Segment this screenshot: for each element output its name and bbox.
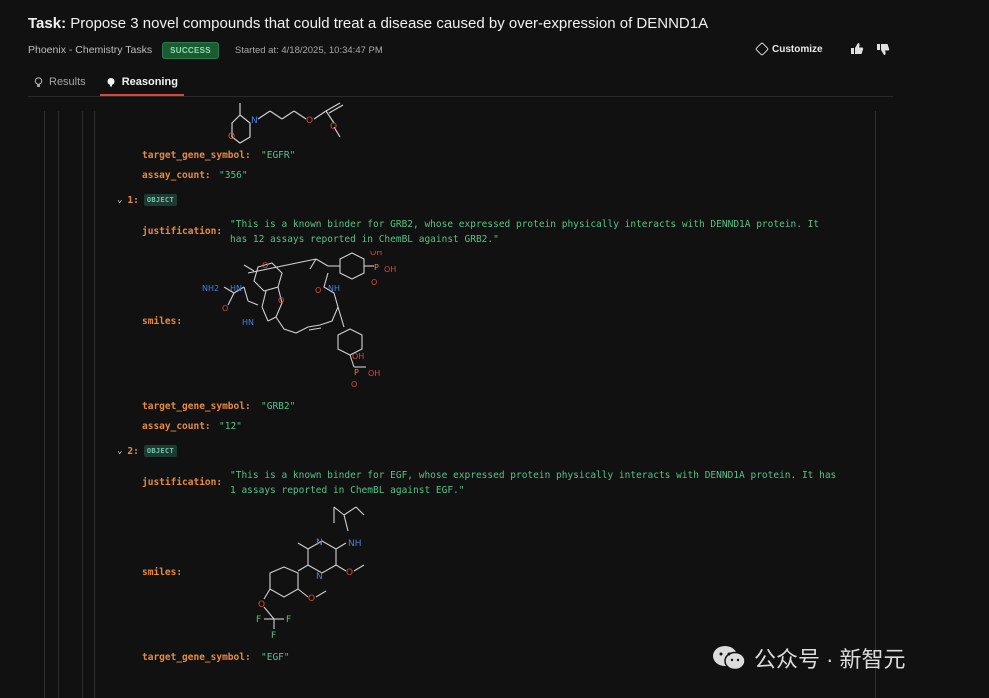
molecule-structure-0: N O O O (228, 102, 344, 144)
view-tabs: Results Reasoning (28, 70, 184, 96)
started-at-timestamp: Started at: 4/18/2025, 10:34:47 PM (234, 44, 383, 56)
justification-line: has 12 assays reported in ChemBL against… (230, 234, 499, 245)
item-index: 2: (127, 445, 139, 457)
field-key-justification: justification: (142, 477, 223, 488)
field-key-justification: justification: (142, 226, 223, 237)
atom-oh: OH (370, 251, 382, 257)
field-key-target-gene-symbol: target_gene_symbol: (142, 401, 251, 412)
lightbulb-icon (34, 76, 43, 87)
task-meta-row: Phoenix - Chemistry Tasks SUCCESS Starte… (28, 41, 383, 59)
atom-n: NH (328, 284, 340, 293)
tree-guide-line (875, 111, 876, 698)
field-value-assay-count: "12" (219, 421, 242, 432)
field-key-target-gene-symbol: target_gene_symbol: (142, 652, 251, 663)
molecule-structure-2: NH N N O O O F F F (256, 506, 365, 641)
atom-oh: OH (352, 352, 364, 361)
atom-p: P (354, 368, 359, 377)
field-value-assay-count: "356" (219, 170, 248, 181)
thumbs-up-icon[interactable] (850, 42, 864, 56)
field-key-smiles: smiles: (142, 316, 183, 327)
atom-o: O (222, 304, 228, 313)
atom-hn: HN (242, 318, 254, 327)
task-title: Task: Propose 3 novel compounds that cou… (28, 15, 709, 32)
atom-o: O (258, 600, 265, 610)
watermark-text: 公众号 · 新智元 (754, 647, 906, 672)
justification-line: "This is a known binder for EGF, whose e… (230, 470, 837, 481)
settings-hex-icon (754, 41, 770, 57)
field-value-justification: "This is a known binder for GRB2, whose … (230, 217, 819, 247)
chevron-down-icon[interactable]: ⌄ (117, 195, 122, 205)
atom-o: O (228, 132, 235, 142)
atom-o: O (262, 261, 268, 270)
atom-o: O (308, 594, 315, 604)
tab-results[interactable]: Results (28, 70, 92, 94)
atom-f: F (286, 615, 291, 625)
atom-nh: NH (348, 539, 362, 549)
field-value-justification: "This is a known binder for EGF, whose e… (230, 468, 836, 498)
tree-node-item-1[interactable]: ⌄ 1: OBJECT (117, 194, 177, 206)
wechat-logo-icon (713, 646, 746, 671)
atom-n: N (251, 116, 258, 126)
atom-oh: OH (384, 265, 396, 274)
field-key-assay-count: assay_count: (142, 421, 211, 432)
wechat-watermark: 公众号 · 新智元 (712, 642, 906, 674)
tree-guide-line (58, 111, 59, 698)
tree-guide-line (94, 111, 95, 698)
atom-oh: OH (368, 369, 380, 378)
item-index: 1: (127, 194, 139, 206)
tree-node-item-2[interactable]: ⌄ 2: OBJECT (117, 445, 177, 457)
atom-n: N (316, 538, 323, 548)
justification-line: 1 assays reported in ChemBL against EGF.… (230, 485, 465, 496)
atom-o: O (315, 286, 321, 295)
field-value-target-gene-symbol: "EGF" (261, 652, 290, 663)
atom-o: O (278, 296, 284, 305)
brain-icon (107, 78, 115, 87)
atom-o: O (371, 278, 377, 287)
atom-o: O (306, 116, 313, 126)
tab-reasoning[interactable]: Reasoning (99, 70, 184, 96)
atom-n: N (316, 572, 323, 582)
app-name: Phoenix - Chemistry Tasks (28, 44, 153, 56)
atom-hn: HN (230, 284, 242, 293)
tree-guide-line (44, 111, 45, 698)
field-key-target-gene-symbol: target_gene_symbol: (142, 150, 251, 161)
status-badge: SUCCESS (162, 41, 219, 59)
justification-line: "This is a known binder for GRB2, whose … (230, 219, 820, 230)
atom-o: O (330, 122, 337, 132)
molecule-structure-1: OH P OH O O NH2 HN O O HN O NH OH P OH O (202, 251, 396, 389)
atom-f: F (271, 631, 276, 641)
atom-nh2: NH2 (202, 284, 219, 293)
atom-o: O (351, 380, 357, 389)
customize-label: Customize (772, 43, 823, 55)
tab-reasoning-label: Reasoning (121, 76, 178, 88)
atom-o: O (346, 568, 353, 578)
chevron-down-icon[interactable]: ⌄ (117, 446, 122, 456)
atom-f: F (256, 615, 261, 625)
field-key-smiles: smiles: (142, 567, 183, 578)
tab-results-label: Results (49, 76, 86, 88)
reasoning-tree-panel[interactable]: N O O O target_gene_symbol: "EGFR" assay… (28, 97, 893, 698)
atom-p: P (374, 263, 379, 272)
type-badge: OBJECT (143, 445, 177, 457)
field-value-target-gene-symbol: "GRB2" (261, 401, 296, 412)
customize-button[interactable]: Customize (754, 41, 823, 57)
type-badge: OBJECT (143, 194, 177, 206)
thumbs-down-icon[interactable] (876, 42, 890, 56)
tree-guide-line (82, 111, 83, 698)
field-key-assay-count: assay_count: (142, 170, 211, 181)
field-value-target-gene-symbol: "EGFR" (261, 150, 296, 161)
